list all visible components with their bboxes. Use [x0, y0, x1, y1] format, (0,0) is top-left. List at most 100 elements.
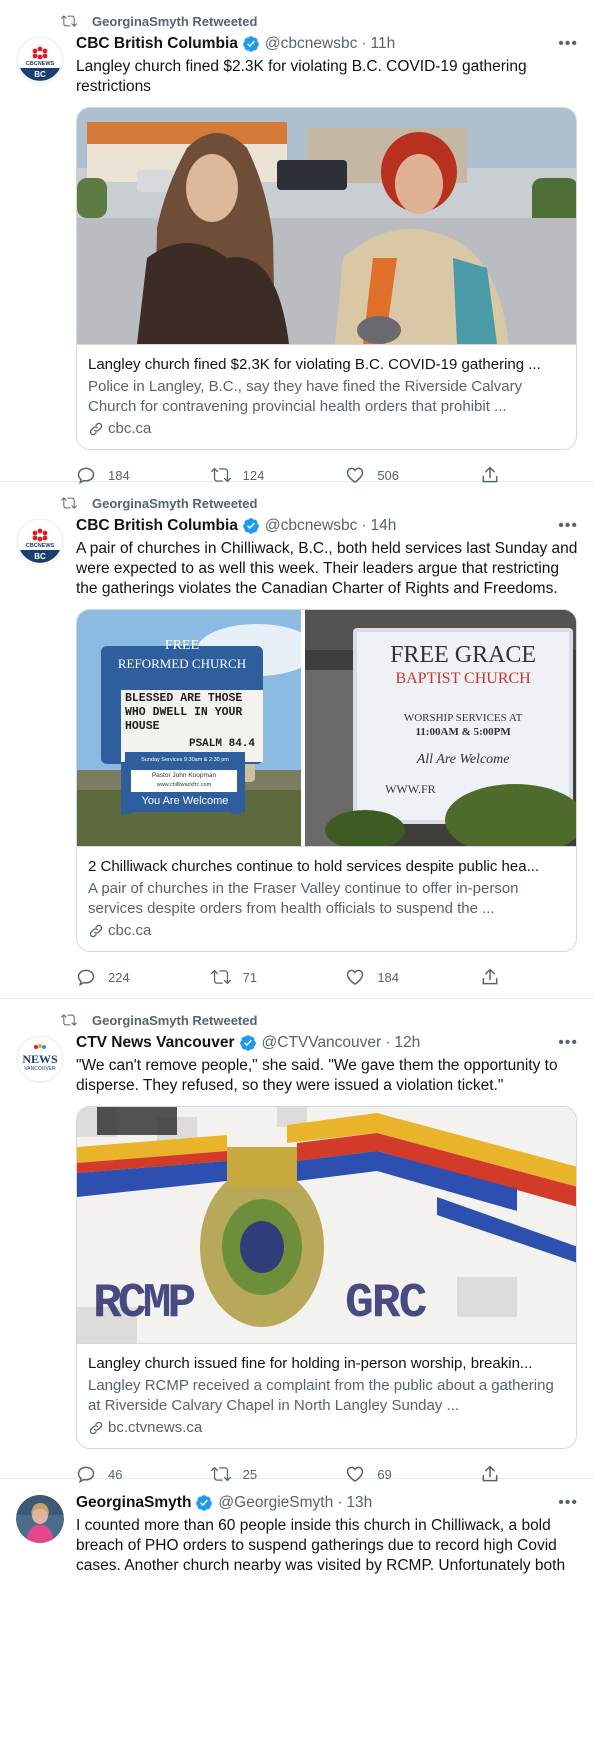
share-button[interactable] [480, 967, 500, 987]
tweet[interactable]: GeorginaSmyth Retweeted CBCNEWS BC CBC B… [0, 482, 594, 999]
avatar-sub: VANCOUVER [24, 1066, 56, 1072]
author-handle[interactable]: @CTVVancouver [262, 1034, 382, 1052]
verified-badge-icon [242, 35, 260, 53]
tweet[interactable]: GeorginaSmyth Retweeted NEWS VANCOUVER C… [0, 999, 594, 1483]
reply-icon [76, 967, 96, 987]
avatar[interactable] [16, 1495, 64, 1543]
card-description: A pair of churches in the Fraser Valley … [88, 880, 519, 917]
sign2-line2: BAPTIST CHURCH [395, 670, 531, 687]
svg-text:CBCNEWS: CBCNEWS [26, 543, 55, 549]
like-count: 506 [377, 467, 400, 483]
verified-badge-icon [195, 1494, 213, 1512]
retweet-context[interactable]: GeorginaSmyth Retweeted [16, 10, 578, 32]
link-icon [88, 1420, 104, 1436]
separator-dot: · [385, 1034, 391, 1051]
author-handle[interactable]: @cbcnewsbc [265, 517, 357, 535]
svg-text:CBCNEWS: CBCNEWS [26, 61, 55, 67]
retweet-label: GeorginaSmyth Retweeted [92, 13, 258, 29]
verified-badge-icon [242, 517, 260, 535]
tweet-text: Langley church fined $2.3K for violating… [76, 58, 531, 95]
card-image: RCMP GRC [77, 1107, 576, 1343]
sign-web: www.chilliwackfrc.com [156, 782, 212, 788]
avatar[interactable]: NEWS VANCOUVER [16, 1035, 64, 1083]
more-icon[interactable]: ••• [558, 517, 578, 535]
reply-count: 224 [108, 969, 130, 985]
separator-dot: · [361, 517, 367, 534]
avatar-label: NEWS [22, 1052, 58, 1066]
card-title: Langley church fined $2.3K for violating… [88, 356, 541, 373]
sign2-line6: WWW.FR [385, 782, 436, 796]
sign-church-name: REFORMED CHURCH [117, 656, 247, 671]
author-handle[interactable]: @cbcnewsbc [265, 35, 357, 53]
retweet-icon [60, 495, 82, 511]
tweet-time[interactable]: 11h [371, 35, 396, 53]
timeline-feed: GeorginaSmyth Retweeted CBCNEWS BC CBC B… [0, 0, 594, 1746]
author-name[interactable]: CBC British Columbia [76, 35, 238, 53]
grc-text: GRC [345, 1277, 427, 1331]
retweet-icon [210, 967, 231, 987]
verified-badge-icon [239, 1034, 257, 1052]
more-icon[interactable]: ••• [558, 1494, 578, 1512]
separator-dot: · [361, 35, 367, 52]
sign-welcome: You Are Welcome [141, 795, 229, 807]
heart-icon [345, 967, 365, 987]
link-card[interactable]: Langley church fined $2.3K for violating… [76, 107, 577, 450]
sign-pastor: Pastor John Koopman [151, 772, 217, 779]
card-domain: bc.ctvnews.ca [108, 1419, 203, 1436]
like-button[interactable]: 184 [345, 967, 445, 987]
tweet[interactable]: GeorginaSmyth @GeorgieSmyth · 13h ••• I … [0, 1479, 594, 1746]
sign-services: Sunday Services 9:30am & 2:30 pm [141, 757, 229, 763]
rcmp-text: RCMP [93, 1277, 196, 1331]
card-image [77, 108, 576, 344]
link-card[interactable]: FREE REFORMED CHURCH BLESSED ARE THOSE W… [76, 609, 577, 952]
tweet-actions: 224 71 184 [76, 956, 500, 998]
retweet-label: GeorginaSmyth Retweeted [92, 1012, 258, 1028]
link-card[interactable]: RCMP GRC Langley church issued fine for … [76, 1106, 577, 1449]
avatar[interactable]: CBCNEWS BC [16, 518, 64, 566]
card-title: Langley church issued fine for holding i… [88, 1355, 533, 1372]
retweet-context[interactable]: GeorginaSmyth Retweeted [16, 1009, 578, 1031]
avatar-label: BC [34, 552, 46, 561]
card-description: Police in Langley, B.C., say they have f… [88, 378, 523, 415]
tweet-text: "We can't remove people," she said. "We … [76, 1057, 562, 1094]
card-image-right: FREE GRACE BAPTIST CHURCH WORSHIP SERVIC… [305, 610, 576, 846]
author-name[interactable]: GeorginaSmyth [76, 1494, 191, 1512]
sign2-line4: 11:00AM & 5:00PM [415, 726, 511, 738]
card-domain: cbc.ca [108, 420, 152, 437]
retweet-icon [60, 13, 82, 29]
author-handle[interactable]: @GeorgieSmyth [218, 1494, 333, 1512]
more-icon[interactable]: ••• [558, 35, 578, 53]
retweet-count: 124 [242, 467, 265, 483]
retweet-count: 71 [242, 969, 258, 985]
separator-dot: · [337, 1494, 343, 1511]
card-domain: cbc.ca [108, 922, 152, 939]
reply-button[interactable]: 224 [76, 967, 176, 987]
tweet[interactable]: GeorginaSmyth Retweeted CBCNEWS BC CBC B… [0, 0, 594, 484]
sign-free: FREE [164, 638, 200, 653]
tweet-text: I counted more than 60 people inside thi… [76, 1517, 566, 1574]
avatar[interactable]: CBCNEWS BC [16, 36, 64, 84]
reply-count: 184 [108, 467, 130, 483]
share-icon [480, 967, 500, 987]
sign2-line3: WORSHIP SERVICES AT [403, 712, 523, 724]
card-title: 2 Chilliwack churches continue to hold s… [88, 858, 540, 875]
retweet-icon [60, 1012, 82, 1028]
tweet-time[interactable]: 14h [371, 517, 397, 535]
like-count: 184 [377, 969, 400, 985]
link-icon [88, 421, 104, 437]
author-name[interactable]: CTV News Vancouver [76, 1034, 235, 1052]
sign-message: BLESSED ARE THOSE WHO DWELL IN YOUR HOUS… [125, 692, 243, 733]
sign-verse: PSALM 84.4 [188, 738, 255, 750]
sign2-line1: FREE GRACE [390, 642, 537, 668]
tweet-time[interactable]: 13h [346, 1494, 372, 1512]
author-name[interactable]: CBC British Columbia [76, 517, 238, 535]
card-description: Langley RCMP received a complaint from t… [88, 1377, 554, 1414]
sign2-line5: All Are Welcome [416, 752, 510, 767]
more-icon[interactable]: ••• [558, 1034, 578, 1052]
retweet-button[interactable]: 71 [210, 967, 311, 987]
link-icon [88, 923, 104, 939]
retweet-label: GeorginaSmyth Retweeted [92, 495, 258, 511]
tweet-time[interactable]: 12h [394, 1034, 420, 1052]
avatar-label: BC [34, 70, 46, 79]
retweet-context[interactable]: GeorginaSmyth Retweeted [16, 492, 578, 514]
